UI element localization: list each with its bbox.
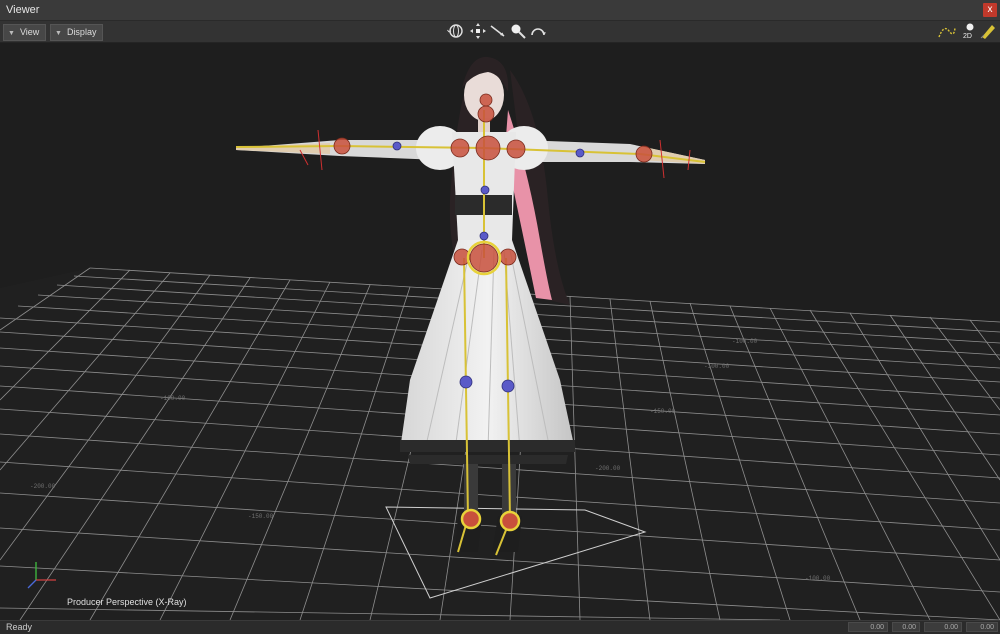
coord-field-2[interactable]: 0.00 [892, 622, 920, 632]
camera-label: Producer Perspective (X-Ray) [67, 597, 187, 607]
viewport-canvas[interactable]: -100.00 -100.00 -150.00 -200.00 -100.00 … [0, 43, 1000, 620]
curve-icon[interactable] [938, 22, 956, 40]
display-menu-label: Display [66, 27, 97, 37]
status-bar: Ready 0.00 0.00 0.00 0.00 [0, 620, 1000, 634]
view-menu-label: View [19, 27, 40, 37]
window-title: Viewer [6, 4, 40, 16]
coord-field-4[interactable]: 0.00 [966, 622, 998, 632]
status-text: Ready [6, 622, 33, 632]
view-menu-button[interactable]: ▼ View [3, 24, 47, 41]
2d-badge: 2D [963, 33, 972, 40]
undo-view-icon[interactable] [529, 22, 547, 40]
window-titlebar: Viewer x [0, 0, 1000, 21]
chevron-down-icon: ▼ [8, 30, 15, 37]
grid-label: -150.00 [650, 408, 676, 415]
grid-label: -200.00 [595, 465, 621, 472]
grid-label: -200.00 [30, 483, 56, 490]
grid-label: -100.00 [160, 395, 186, 402]
pan-icon[interactable] [469, 22, 487, 40]
chevron-down-icon: ▼ [55, 30, 62, 37]
zoom-icon[interactable] [509, 22, 527, 40]
grid-label: -150.00 [248, 513, 274, 520]
grid-label: -100.00 [704, 363, 730, 370]
grid-label: -100.00 [805, 575, 831, 582]
3d-viewport[interactable]: -100.00 -100.00 -150.00 -200.00 -100.00 … [0, 43, 1000, 620]
grid-label: -100.00 [732, 338, 758, 345]
pen-icon[interactable] [979, 22, 997, 40]
close-button[interactable]: x [983, 3, 997, 17]
dolly-icon[interactable] [489, 22, 507, 40]
coord-field-1[interactable]: 0.00 [848, 622, 888, 632]
coord-field-3[interactable]: 0.00 [924, 622, 962, 632]
orbit-icon[interactable] [447, 22, 465, 40]
display-menu-button[interactable]: ▼ Display [50, 24, 104, 41]
2d-view-icon[interactable]: 2D [960, 22, 978, 40]
